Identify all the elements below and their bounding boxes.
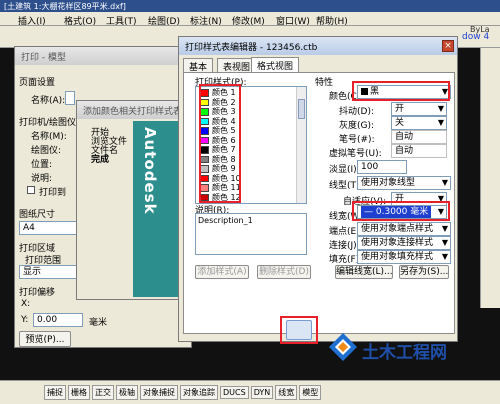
cad-side-toolbar	[480, 48, 500, 308]
page-setup-label: 页面设置	[19, 78, 56, 88]
cad-title: [土建筑 1:大棚花样区89平米.dxf]	[4, 2, 126, 11]
autodesk-logo-text: Autodesk	[141, 127, 159, 215]
menu-draw[interactable]: 绘图(D)	[148, 14, 180, 25]
menu-modify[interactable]: 修改(M)	[232, 14, 265, 25]
fillstyle-select[interactable]: 使用对象填充样式 ▼	[357, 250, 451, 264]
wizard-step-finish: 完成	[91, 155, 110, 165]
status-toggle[interactable]: 捕捉	[44, 385, 66, 400]
screening-label: 淡显(I):	[329, 165, 360, 175]
offset-y-field[interactable]: 0.00	[33, 313, 83, 327]
plot-dialog-title: 打印 - 模型	[15, 47, 191, 65]
autodesk-banner: Autodesk	[133, 121, 179, 297]
dither-select[interactable]: 开 ▼	[391, 102, 447, 116]
chevron-down-icon: ▼	[441, 252, 448, 261]
description-label: 说明:	[31, 174, 53, 184]
status-toggle[interactable]: 正交	[92, 385, 114, 400]
styles-scrollbar[interactable]	[296, 87, 306, 203]
plot-range-select[interactable]: 显示	[19, 265, 77, 279]
plot-offset-label: 打印偏移	[19, 288, 56, 298]
grayscale-select[interactable]: 关 ▼	[391, 116, 447, 130]
preview-button[interactable]: 预览(P)...	[19, 331, 71, 347]
screening-field[interactable]: 100	[357, 160, 407, 174]
add-style-button[interactable]: 添加样式(A)	[195, 265, 249, 279]
pen-label: 笔号(#):	[339, 135, 375, 145]
save-as-button[interactable]: 另存为(S)...	[399, 265, 449, 279]
status-toggle[interactable]: 极轴	[116, 385, 138, 400]
chevron-down-icon: ▼	[437, 118, 444, 127]
chevron-down-icon: ▼	[441, 178, 448, 187]
virtual-pen-field[interactable]: 自动	[391, 144, 447, 158]
description-field[interactable]: Description_1	[195, 213, 307, 255]
virtual-pen-label: 虚拟笔号(U):	[329, 149, 382, 159]
menu-format[interactable]: 格式(O)	[64, 14, 96, 25]
cad-menu-bar: 插入(I) 格式(O) 工具(T) 绘图(D) 标注(N) 修改(M) 窗口(W…	[0, 12, 500, 26]
plotter-label: 绘图仪:	[31, 146, 62, 156]
bylayer-label: ByLa	[470, 25, 490, 34]
location-label: 位置:	[31, 160, 53, 170]
endstyle-select[interactable]: 使用对象端点样式 ▼	[357, 222, 451, 236]
color-highlight	[352, 81, 450, 101]
menu-tools[interactable]: 工具(T)	[106, 14, 137, 25]
editor-close-button[interactable]: ×	[442, 40, 454, 52]
joinstyle-select[interactable]: 使用对象连接样式 ▼	[357, 236, 451, 250]
tab-form-view[interactable]: 格式视图	[251, 57, 300, 72]
wizard-dialog: 添加颜色相关打印样式表 - 完成 开始 浏览文件 文件名 完成 Autodesk	[76, 100, 180, 300]
menu-insert[interactable]: 插入(I)	[18, 14, 46, 25]
status-toggle[interactable]: 模型	[299, 385, 322, 400]
lineweight-highlight	[352, 201, 450, 221]
chevron-down-icon: ▼	[441, 224, 448, 233]
grayscale-label: 灰度(G):	[339, 121, 375, 131]
status-toggle[interactable]: 线宽	[275, 385, 298, 400]
pen-field[interactable]: 自动	[391, 130, 447, 144]
offset-x-label: X:	[21, 299, 31, 309]
status-toggle[interactable]: 对象追踪	[180, 385, 218, 400]
print-to-file-checkbox[interactable]	[27, 186, 35, 194]
page-setup-name-field[interactable]	[65, 91, 75, 105]
menu-dimension[interactable]: 标注(N)	[190, 14, 222, 25]
delete-style-button[interactable]: 删除样式(D)	[257, 265, 311, 279]
menu-help[interactable]: 帮助(H)	[316, 14, 348, 25]
status-bar: 捕捉 栅格 正交 极轴 对象捕捉 对象追踪 DUCS DYN 线宽 模型	[0, 380, 500, 404]
paper-size-label: 图纸尺寸	[19, 210, 56, 220]
civilcn-logo-icon	[326, 330, 360, 364]
scroll-thumb[interactable]	[298, 99, 305, 119]
edit-lineweights-button[interactable]: 编辑线宽(L)...	[335, 265, 393, 279]
printer-name-label: 名称(M):	[31, 132, 67, 142]
printer-group-label: 打印机/绘图仪	[19, 118, 77, 128]
tab-general[interactable]: 基本	[183, 58, 214, 73]
status-toggle[interactable]: DYN	[250, 386, 274, 399]
menu-window[interactable]: 窗口(W)	[276, 14, 310, 25]
linetype-select[interactable]: 使用对象线型 ▼	[357, 176, 451, 190]
styles-highlight	[199, 84, 241, 203]
watermark-url: www.civilcn.com	[364, 360, 439, 370]
offset-y-label: Y:	[21, 315, 29, 325]
plot-style-editor: 打印样式表编辑器 - 123456.ctb × 基本 表视图 格式视图 打印样式…	[178, 36, 458, 342]
wizard-title: 添加颜色相关打印样式表 - 完成	[77, 101, 179, 119]
status-toggle[interactable]: DUCS	[220, 386, 249, 399]
offset-unit-label: 毫米	[89, 318, 108, 328]
joinstyle-label: 连接(J):	[329, 241, 360, 251]
editor-title: 打印样式表编辑器 - 123456.ctb	[179, 37, 457, 55]
chevron-down-icon: ▼	[441, 238, 448, 247]
print-to-file-label: 打印到	[39, 188, 67, 198]
cad-title-bar: [土建筑 1:大棚花样区89平米.dxf]	[0, 0, 500, 12]
chevron-down-icon: ▼	[437, 104, 444, 113]
properties-title: 特性	[315, 78, 334, 88]
paper-size-select[interactable]: A4	[19, 221, 77, 235]
description-value: Description_1	[198, 216, 253, 225]
status-toggle[interactable]: 对象捕捉	[140, 385, 178, 400]
save-close-highlight	[280, 316, 318, 344]
status-toggle[interactable]: 栅格	[68, 385, 90, 400]
page-setup-name-label: 名称(A):	[31, 96, 66, 106]
status-items: 捕捉 栅格 正交 极轴 对象捕捉 对象追踪 DUCS DYN 线宽 模型	[44, 385, 323, 400]
dither-label: 抖动(D):	[339, 107, 374, 117]
